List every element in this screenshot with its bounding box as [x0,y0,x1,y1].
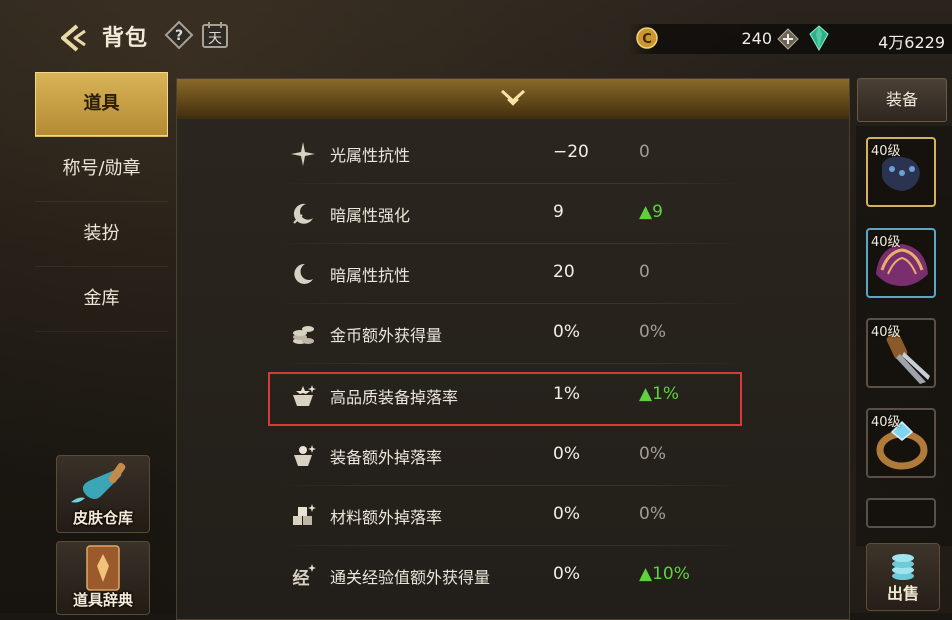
slot-level: 40级 [871,235,901,250]
stat-name: 材料额外掉落率 [330,508,443,527]
calendar-icon[interactable]: 天 [200,20,230,50]
gem-amount: 4万6229 [878,33,945,52]
stat-name: 装备额外掉落率 [330,448,443,467]
panel-collapse-bar[interactable] [177,79,849,119]
stat-name: 光属性抗性 [330,146,411,165]
svg-text:经: 经 [293,568,310,589]
help-icon[interactable]: ? [164,20,194,50]
stat-delta: 0% [639,322,666,342]
skin-storage-button[interactable]: 皮肤仓库 [56,455,150,533]
stat-name: 暗属性强化 [330,206,411,225]
equipment-slot[interactable]: 40级 [866,408,936,478]
stat-delta: 0 [639,142,650,162]
calendar-label: 天 [208,31,222,47]
stat-value: 9 [553,202,564,222]
gear-drop-icon [294,445,316,466]
stat-row: 金币额外获得量 0% 0% [276,304,746,364]
gold-coin-icon: C [636,27,658,49]
nav-item-costume[interactable]: 装扮 [35,202,168,267]
item-dictionary-button[interactable]: 道具辞典 [56,541,150,615]
top-bar: 背包 ? 天 C 240 4万6229 [0,0,952,68]
stat-delta: 0% [639,504,666,524]
material-drop-icon [293,504,316,525]
stat-delta: 0 [639,262,650,282]
stat-name: 通关经验值额外获得量 [330,568,491,587]
stat-value: 0% [553,444,580,464]
nav-item-vault[interactable]: 金库 [35,267,168,332]
dark-moon-sword-icon [293,203,313,224]
page-title: 背包 [102,26,149,51]
sell-button[interactable]: 出售 [866,543,940,611]
gem-icon [809,25,829,51]
stat-delta: ▲9 [639,202,663,222]
equipment-slot-empty[interactable] [866,498,936,528]
stat-value: 20 [553,262,575,282]
equipment-slot[interactable]: 40级 [866,137,936,207]
exp-bonus-icon: 经 [293,564,316,589]
row-divider [276,363,746,364]
stat-value: −20 [553,142,589,162]
sell-label: 出售 [886,584,919,603]
equipment-slot[interactable]: 40级 [866,318,936,388]
stat-value: 0% [553,504,580,524]
coin-stack-icon [293,326,314,344]
slot-level: 40级 [871,325,901,340]
slot-level: 40级 [871,415,901,430]
nav-item-items[interactable]: 道具 [35,72,168,137]
stat-row: 暗属性强化 9 ▲9 [276,184,746,244]
highlight-box [268,372,742,426]
skin-storage-label: 皮肤仓库 [72,509,133,527]
stat-row: 暗属性抗性 20 0 [276,244,746,304]
equipment-slot[interactable]: 40级 [866,228,936,298]
stat-name: 暗属性抗性 [330,266,411,285]
item-dictionary-label: 道具辞典 [72,591,133,609]
moon-icon [294,263,313,284]
stat-row: 材料额外掉落率 0% 0% [276,486,746,546]
sparkle-icon [291,142,315,166]
stat-row: 经 通关经验值额外获得量 0% ▲10% [276,546,746,606]
stat-delta: 0% [639,444,666,464]
back-arrow-icon[interactable] [55,20,91,56]
stat-value: 0% [553,322,580,342]
add-gold-icon[interactable] [777,28,799,50]
tab-equipment[interactable]: 装备 [857,78,947,122]
slot-level: 40级 [871,144,901,159]
svg-text:C: C [642,32,652,47]
stat-name: 金币额外获得量 [330,326,443,345]
chevron-down-icon [500,89,526,106]
left-nav: 道具 称号/勋章 装扮 金库 [35,72,168,332]
svg-text:?: ? [175,28,183,44]
nav-item-titles-medals[interactable]: 称号/勋章 [35,137,168,202]
stat-value: 0% [553,564,580,584]
stat-delta: ▲10% [639,564,690,584]
stat-row: 光属性抗性 −20 0 [276,124,746,184]
stat-row: 装备额外掉落率 0% 0% [276,426,746,486]
gold-amount: 240 [741,29,772,48]
